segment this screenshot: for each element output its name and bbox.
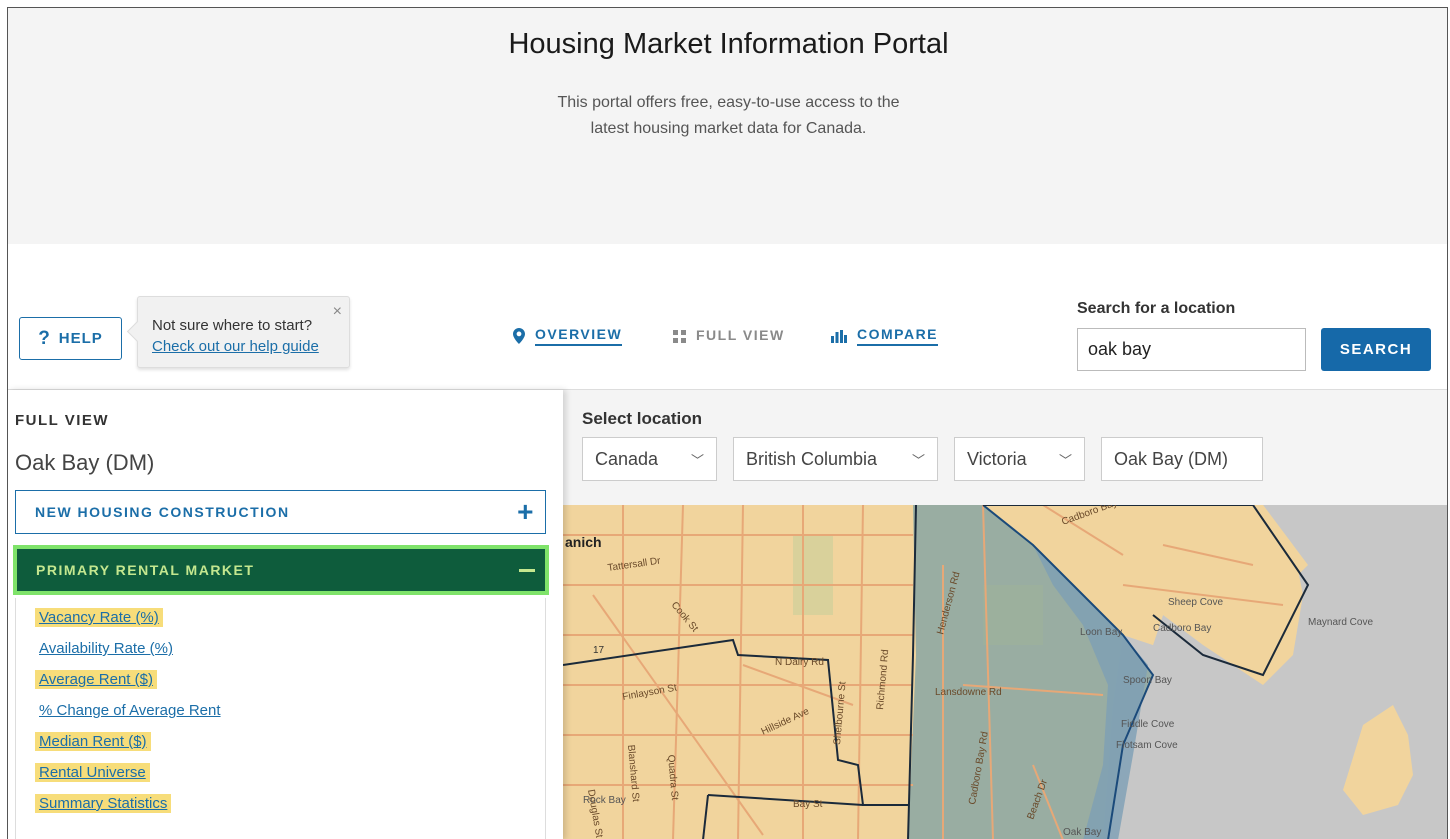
chevron-down-icon: ﹀ bbox=[690, 452, 704, 468]
select-location-label: Select location bbox=[582, 409, 702, 428]
map-label-hwy-17: 17 bbox=[593, 645, 605, 656]
search-input[interactable] bbox=[1077, 328, 1306, 371]
cma-select-value: Victoria bbox=[967, 448, 1027, 469]
link-rental-universe[interactable]: Rental Universe bbox=[35, 763, 150, 782]
map-label-oak-bay: Oak Bay bbox=[1063, 827, 1101, 838]
province-select-value: British Columbia bbox=[746, 448, 878, 469]
minus-icon bbox=[519, 568, 535, 572]
chevron-down-icon: ﹀ bbox=[911, 452, 925, 468]
accordion-label: NEW HOUSING CONSTRUCTION bbox=[35, 504, 290, 520]
full-view-panel: FULL VIEW Oak Bay (DM) NEW HOUSING CONST… bbox=[8, 390, 563, 839]
chevron-down-icon: ﹀ bbox=[1058, 452, 1072, 468]
map-label-loon-bay: Loon Bay bbox=[1080, 627, 1122, 638]
map-label-bay-st: Bay St bbox=[793, 799, 823, 810]
link-average-rent[interactable]: Average Rent ($) bbox=[35, 670, 157, 689]
tab-full-view[interactable]: FULL VIEW bbox=[673, 324, 785, 348]
municipality-select[interactable]: Oak Bay (DM) bbox=[1101, 437, 1263, 481]
browser-frame: Housing Market Information Portal This p… bbox=[7, 7, 1448, 839]
map-label-lansdowne: Lansdowne Rd bbox=[935, 687, 1002, 698]
map-park bbox=[793, 535, 833, 615]
help-button-label: HELP bbox=[58, 330, 103, 347]
bar-chart-icon bbox=[831, 329, 847, 343]
country-select[interactable]: Canada ﹀ bbox=[582, 437, 717, 481]
map-label-saanich: anich bbox=[565, 534, 602, 550]
link-change-average-rent[interactable]: % Change of Average Rent bbox=[35, 701, 225, 720]
map-canvas[interactable]: anich Tattersall Dr Cook St Cadboro Bay … bbox=[563, 505, 1448, 839]
map-label-n-dairy: N Dairy Rd bbox=[775, 657, 824, 668]
question-icon: ? bbox=[38, 327, 51, 349]
accordion-label: PRIMARY RENTAL MARKET bbox=[36, 562, 255, 578]
help-tip-text: Not sure where to start? bbox=[152, 317, 313, 334]
cma-select[interactable]: Victoria ﹀ bbox=[954, 437, 1085, 481]
search-button[interactable]: SEARCH bbox=[1321, 328, 1431, 371]
map-label-fiddle-cove: Fiddle Cove bbox=[1121, 719, 1175, 730]
help-guide-link[interactable]: Check out our help guide bbox=[152, 338, 319, 355]
plus-icon: + bbox=[517, 496, 535, 527]
page-title: Housing Market Information Portal bbox=[508, 28, 949, 60]
panel-location-name: Oak Bay (DM) bbox=[15, 450, 155, 475]
map-pin-icon bbox=[513, 328, 525, 344]
subtitle-line-2: latest housing market data for Canada. bbox=[590, 120, 867, 137]
tab-compare-label: COMPARE bbox=[857, 326, 939, 346]
accordion-new-housing-construction[interactable]: NEW HOUSING CONSTRUCTION + bbox=[15, 490, 546, 534]
toolbar: ? HELP × Not sure where to start? Check … bbox=[8, 244, 1447, 390]
map-label-spoon-bay: Spoon Bay bbox=[1123, 675, 1172, 686]
tab-full-view-label: FULL VIEW bbox=[696, 327, 785, 343]
map-label-cadboro-bay: Cadboro Bay bbox=[1153, 623, 1211, 634]
map-park bbox=[983, 585, 1043, 645]
panel-section-title: FULL VIEW bbox=[15, 412, 110, 429]
link-median-rent[interactable]: Median Rent ($) bbox=[35, 732, 151, 751]
map-label-flotsam-cove: Flotsam Cove bbox=[1116, 740, 1178, 751]
link-availability-rate[interactable]: Availability Rate (%) bbox=[35, 639, 177, 658]
hero-banner: Housing Market Information Portal This p… bbox=[8, 8, 1447, 244]
help-tooltip: × Not sure where to start? Check out our… bbox=[137, 296, 350, 368]
subtitle-line-1: This portal offers free, easy-to-use acc… bbox=[557, 94, 900, 111]
search-label: Search for a location bbox=[1077, 300, 1236, 317]
map-view[interactable]: anich Tattersall Dr Cook St Cadboro Bay … bbox=[563, 505, 1448, 839]
link-vacancy-rate[interactable]: Vacancy Rate (%) bbox=[35, 608, 163, 627]
location-selector-bar: Select location Canada ﹀ British Columbi… bbox=[563, 390, 1447, 505]
map-label-sheep-cove: Sheep Cove bbox=[1168, 597, 1223, 608]
tab-overview-label: OVERVIEW bbox=[535, 326, 623, 346]
province-select[interactable]: British Columbia ﹀ bbox=[733, 437, 938, 481]
tab-overview[interactable]: OVERVIEW bbox=[513, 324, 623, 348]
link-summary-statistics[interactable]: Summary Statistics bbox=[35, 794, 172, 813]
country-select-value: Canada bbox=[595, 448, 659, 469]
help-button[interactable]: ? HELP bbox=[19, 317, 122, 360]
close-icon[interactable]: × bbox=[333, 301, 342, 322]
tab-compare[interactable]: COMPARE bbox=[831, 324, 939, 348]
map-label-maynard-cove: Maynard Cove bbox=[1308, 617, 1373, 628]
rental-metric-links: Vacancy Rate (%) Availability Rate (%) A… bbox=[15, 598, 546, 839]
municipality-select-value: Oak Bay (DM) bbox=[1114, 448, 1229, 469]
grid-icon bbox=[673, 329, 686, 343]
accordion-primary-rental-market[interactable]: PRIMARY RENTAL MARKET bbox=[13, 545, 549, 595]
page-subtitle: This portal offers free, easy-to-use acc… bbox=[8, 90, 1447, 142]
map-label-rock-bay: Rock Bay bbox=[583, 795, 626, 806]
